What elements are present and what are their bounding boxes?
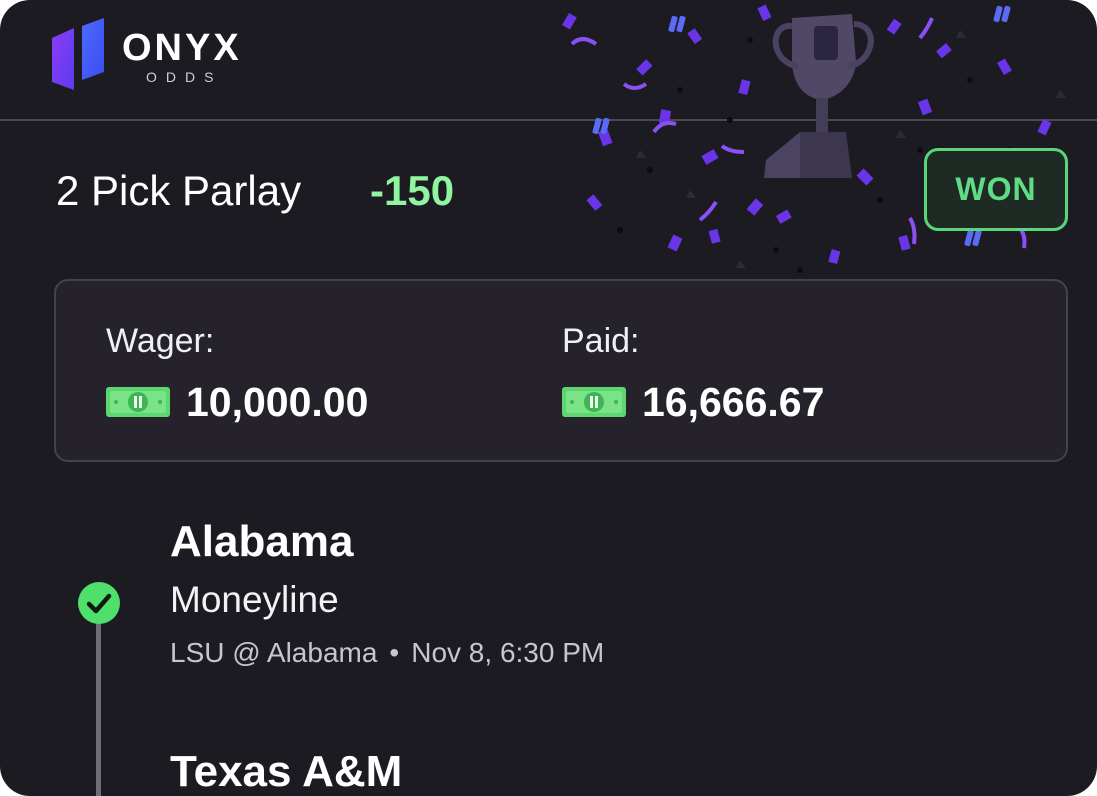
meta-separator: •: [389, 637, 400, 668]
leg-timeline-line: [96, 605, 101, 796]
paid-amount-row: 16,666.67: [562, 379, 824, 425]
cash-bill-icon: [562, 387, 626, 417]
wager-label: Wager:: [106, 322, 215, 360]
leg-matchup: LSU @ Alabama: [170, 637, 378, 668]
leg-meta: LSU @ Alabama • Nov 8, 6:30 PM: [170, 636, 604, 670]
brand-name: ONYX: [122, 27, 242, 69]
leg-team: Texas A&M: [170, 747, 403, 796]
trophy-icon: [764, 14, 874, 178]
wager-value: 10,000.00: [186, 379, 369, 425]
parlay-card: ONYX ODDS 2 Pick Parlay -150 WON Wager: …: [0, 0, 1097, 796]
leg-team: Alabama: [170, 517, 354, 566]
paid-label: Paid:: [562, 322, 640, 360]
leg-item[interactable]: Texas A&M: [170, 746, 402, 796]
parlay-odds: -150: [370, 167, 455, 214]
wager-section: Wager: 10,000.00: [106, 321, 368, 425]
brand-subtitle: ODDS: [146, 69, 223, 85]
amount-summary: Wager: 10,000.00 Paid: 16,666.67: [54, 279, 1068, 462]
wager-amount-row: 10,000.00: [106, 379, 368, 425]
leg-market: Moneyline: [170, 579, 339, 620]
parlay-title: 2 Pick Parlay: [56, 167, 302, 214]
cash-bill-icon: [106, 387, 170, 417]
paid-value: 16,666.67: [642, 379, 825, 425]
won-status-badge: WON: [924, 148, 1068, 231]
onyx-logo-icon: [52, 18, 104, 90]
paid-section: Paid: 16,666.67: [562, 321, 824, 425]
leg-item[interactable]: Alabama Moneyline LSU @ Alabama • Nov 8, 6…: [170, 516, 604, 670]
leg-datetime: Nov 8, 6:30 PM: [411, 637, 605, 668]
check-circle-icon: [78, 582, 120, 624]
